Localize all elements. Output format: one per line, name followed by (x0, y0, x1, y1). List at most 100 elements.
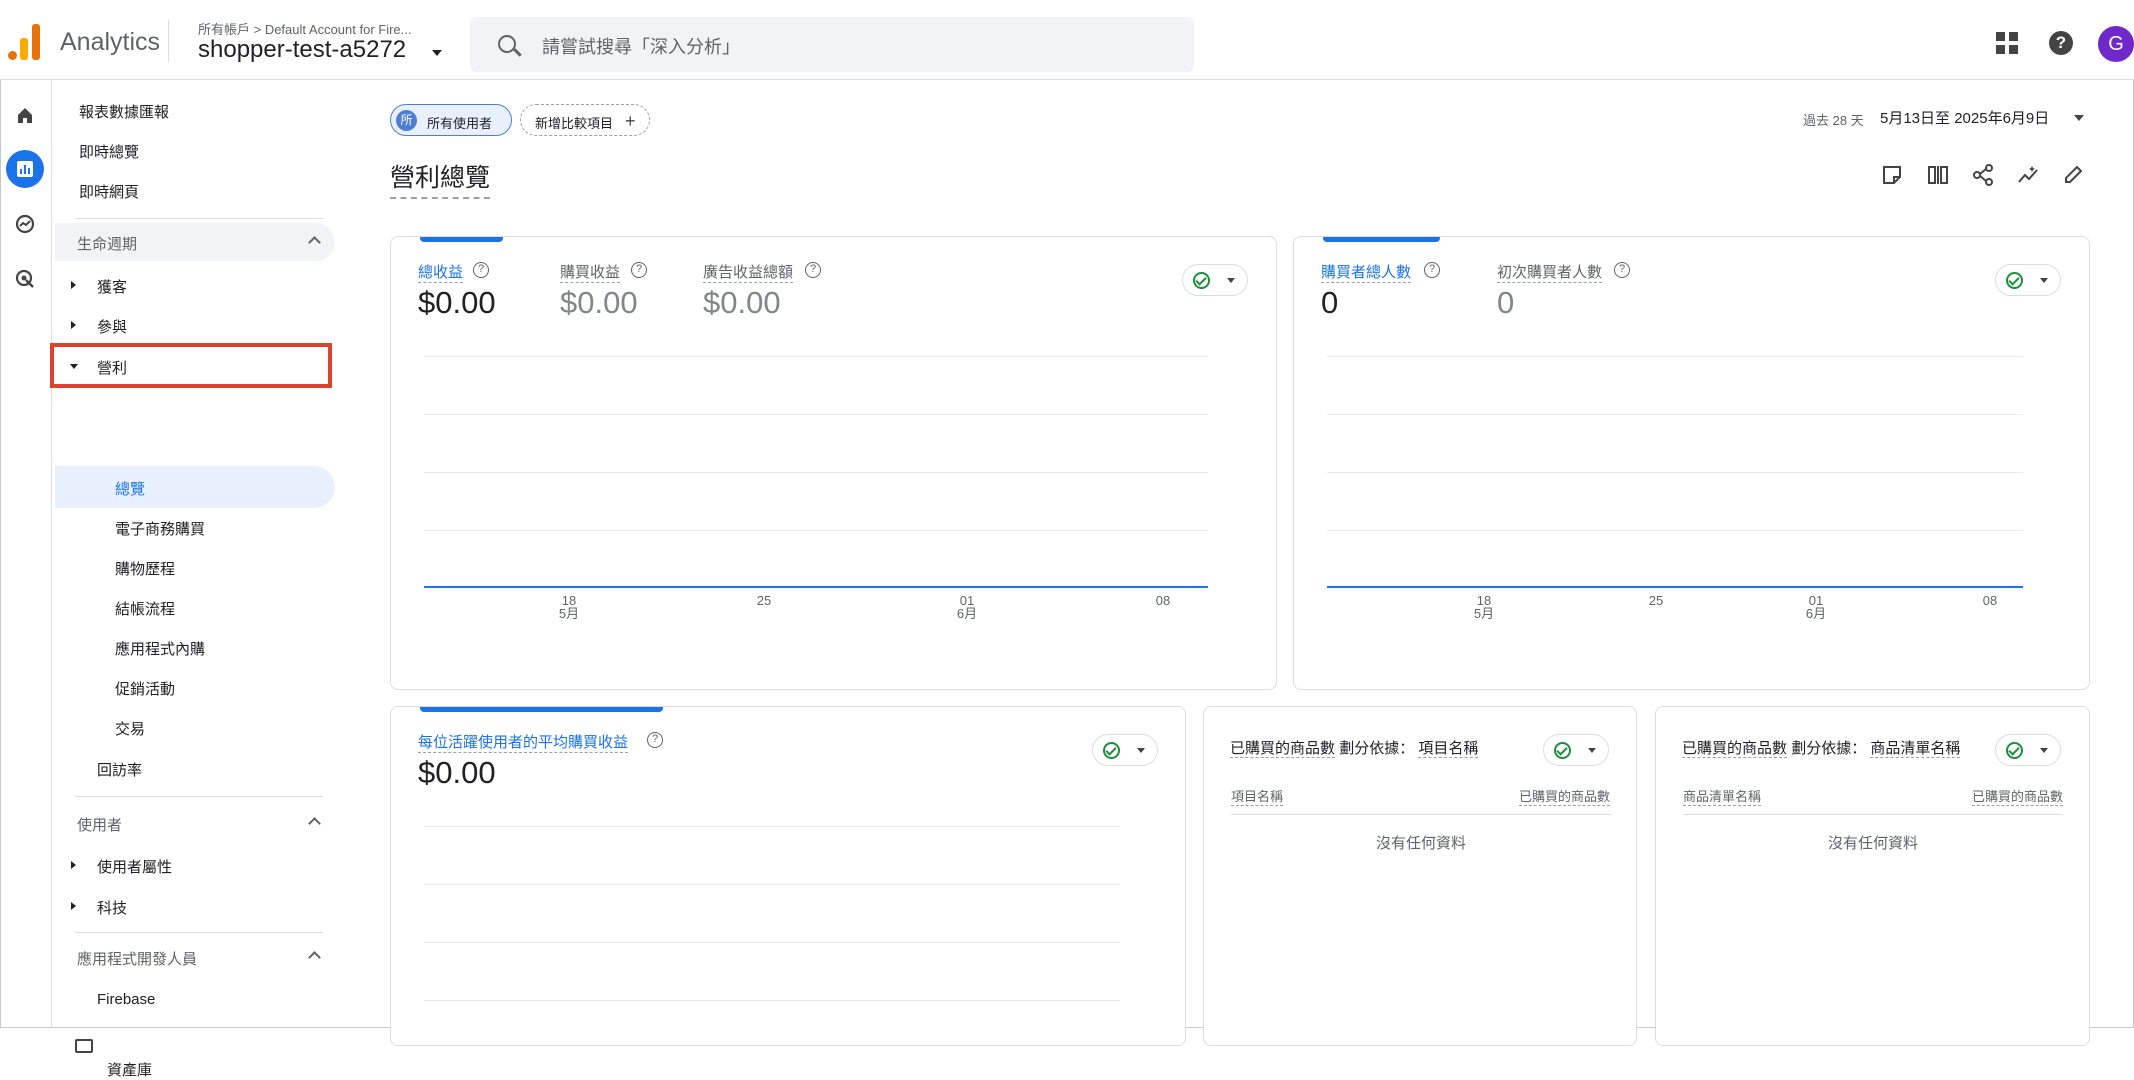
search-icon (498, 35, 516, 53)
metric-arppu[interactable]: 每位活躍使用者的平均購買收益 (418, 731, 629, 753)
x-tick-day: 08 (1982, 593, 1998, 608)
sidebar-item-acquisition[interactable]: 獲客 (97, 276, 127, 297)
note-icon[interactable] (1881, 164, 1903, 186)
dimension-name[interactable]: 商品清單名稱 (1870, 740, 1961, 758)
expand-arrow-icon[interactable] (71, 281, 76, 289)
arppu-card: 每位活躍使用者的平均購買收益 ? $0.00 (390, 706, 1186, 1046)
add-comparison-button[interactable]: 新增比較項目 + (520, 104, 650, 136)
expand-arrow-icon[interactable] (71, 321, 76, 329)
add-comparison-label: 新增比較項目 (535, 116, 614, 131)
app-name: Analytics (60, 28, 161, 56)
sidebar-item-purchase-journey[interactable]: 購物歷程 (115, 558, 175, 579)
share-icon[interactable] (1972, 164, 1994, 186)
x-tick-label: 18 5月 (1464, 594, 1504, 620)
sidebar-item-tech[interactable]: 科技 (97, 897, 127, 918)
sidebar-item-retention[interactable]: 回訪率 (97, 759, 142, 780)
sidebar-item-reports-snapshot[interactable]: 報表數據匯報 (79, 101, 169, 122)
data-quality-button[interactable] (1995, 264, 2061, 296)
chevron-down-icon[interactable] (2074, 115, 2084, 126)
metric-name[interactable]: 已購買的商品數 (1230, 740, 1336, 758)
data-quality-button[interactable] (1182, 264, 1248, 296)
explore-icon[interactable] (6, 205, 44, 243)
x-tick-month: 5月 (1473, 606, 1495, 621)
reports-icon[interactable] (6, 150, 44, 188)
x-tick-label: 25 (744, 594, 784, 607)
search-placeholder[interactable]: 請嘗試搜尋「深入分析」 (542, 33, 740, 59)
no-data-message: 沒有任何資料 (1827, 835, 1918, 852)
nav-rail (0, 80, 52, 1028)
segment-chip[interactable]: 所 所有使用者 (390, 104, 512, 136)
folder-icon[interactable] (75, 1039, 93, 1053)
sidebar-item-checkout-journey[interactable]: 結帳流程 (115, 598, 175, 619)
chevron-down-icon[interactable] (432, 50, 442, 61)
metric-total-revenue[interactable]: 總收益 (418, 261, 464, 283)
divider (168, 20, 169, 62)
help-icon[interactable]: ? (631, 262, 647, 278)
metric-first-time-purchasers[interactable]: 初次購買者人數 (1497, 261, 1603, 283)
column-header-items-purchased[interactable]: 已購買的商品數 (1518, 786, 1610, 806)
compare-icon[interactable] (1927, 164, 1949, 186)
divider (75, 796, 323, 797)
section-lifecycle[interactable]: 生命週期 (55, 223, 335, 261)
data-quality-button[interactable] (1543, 734, 1609, 766)
segment-badge: 所 (396, 110, 417, 131)
search-bar[interactable]: 請嘗試搜尋「深入分析」 (470, 17, 1194, 72)
apps-grid-icon[interactable] (1996, 32, 2018, 54)
column-header-items-purchased[interactable]: 已購買的商品數 (1971, 786, 2063, 806)
section-developer[interactable]: 應用程式開發人員 (55, 938, 335, 976)
card-title: 已購買的商品數 劃分依據： 項目名稱 (1230, 737, 1479, 758)
sidebar-item-library[interactable]: 資產庫 (107, 1059, 152, 1080)
avatar[interactable]: G (2098, 26, 2134, 62)
help-icon[interactable]: ? (1424, 262, 1440, 278)
check-circle-icon (1103, 742, 1120, 759)
data-quality-button[interactable] (1092, 734, 1158, 766)
help-icon[interactable]: ? (647, 732, 663, 748)
help-icon[interactable]: ? (2049, 31, 2073, 55)
divider (1683, 814, 2063, 815)
sidebar-item-engagement[interactable]: 參與 (97, 316, 127, 337)
data-quality-button[interactable] (1995, 734, 2061, 766)
expand-arrow-icon[interactable] (71, 861, 76, 869)
metric-total-purchasers[interactable]: 購買者總人數 (1321, 261, 1412, 283)
gridline (1327, 414, 2023, 415)
expand-arrow-icon[interactable] (71, 902, 76, 910)
column-header-item-name[interactable]: 項目名稱 (1231, 786, 1284, 806)
help-icon[interactable]: ? (805, 262, 821, 278)
edit-icon[interactable] (2062, 164, 2084, 186)
date-range-picker[interactable]: 5月13日至 2025年6月9日 (1880, 107, 2049, 128)
check-circle-icon (1554, 742, 1571, 759)
sidebar-item-overview[interactable]: 總覽 (115, 478, 145, 499)
metric-purchase-revenue[interactable]: 購買收益 (560, 261, 621, 283)
column-header-item-list-name[interactable]: 商品清單名稱 (1683, 786, 1762, 806)
sidebar-item-realtime-pages[interactable]: 即時網頁 (79, 181, 139, 202)
analytics-logo[interactable] (8, 22, 42, 60)
metric-name[interactable]: 已購買的商品數 (1682, 740, 1788, 758)
dimension-name[interactable]: 項目名稱 (1418, 740, 1479, 758)
metric-total-purchasers-value: 0 (1321, 285, 1339, 320)
sidebar-item-realtime-overview[interactable]: 即時總覽 (79, 141, 139, 162)
gridline (424, 530, 1208, 531)
metric-ad-revenue[interactable]: 廣告收益總額 (703, 261, 794, 283)
sidebar-item-firebase[interactable]: Firebase (97, 991, 155, 1008)
series-line (1327, 586, 2023, 588)
purchasers-card: 購買者總人數 ? 0 初次購買者人數 ? 0 18 5月 25 01 6月 08 (1293, 236, 2090, 690)
property-selector[interactable]: shopper-test-a5272 (198, 36, 406, 64)
help-icon[interactable]: ? (473, 262, 489, 278)
section-user[interactable]: 使用者 (55, 804, 335, 842)
help-icon[interactable]: ? (1614, 262, 1630, 278)
breakdown-label: 劃分依據： (1791, 740, 1867, 757)
date-range-prefix[interactable]: 過去 28 天 (1803, 110, 1864, 129)
sidebar-item-user-attributes[interactable]: 使用者屬性 (97, 856, 172, 877)
advertising-icon[interactable] (6, 260, 44, 298)
x-tick-month: 6月 (956, 606, 978, 621)
sidebar-item-ecommerce-purchases[interactable]: 電子商務購買 (115, 518, 205, 539)
page-title[interactable]: 營利總覽 (390, 158, 491, 199)
x-tick-label: 01 6月 (1796, 594, 1836, 620)
sidebar-item-transactions[interactable]: 交易 (115, 718, 145, 739)
sidebar-item-promotions[interactable]: 促銷活動 (115, 678, 175, 699)
insights-icon[interactable] (2017, 164, 2039, 186)
metric-first-time-purchasers-value: 0 (1497, 285, 1515, 320)
sidebar-item-in-app-purchases[interactable]: 應用程式內購 (115, 638, 205, 659)
gridline (424, 472, 1208, 473)
home-icon[interactable] (6, 96, 44, 134)
